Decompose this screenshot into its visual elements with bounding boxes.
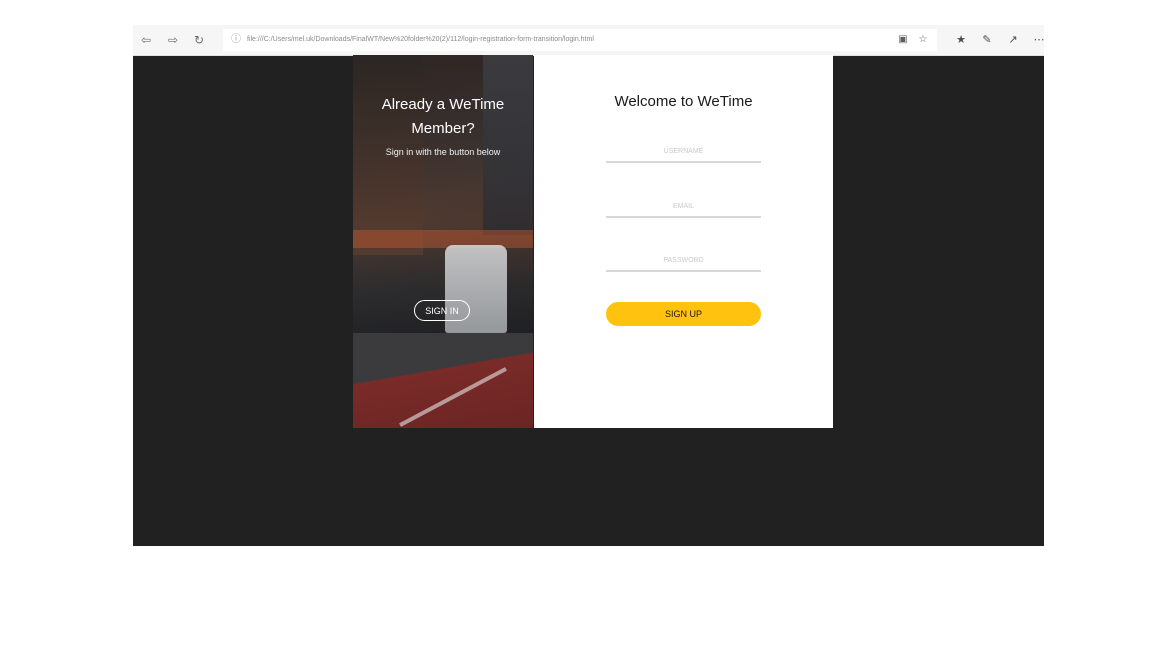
username-input[interactable] — [606, 141, 761, 163]
signin-subtitle: Sign in with the button below — [385, 147, 501, 157]
browser-toolbar: ⇦ ⇨ ↻ ⓘ file:///C:/Users/mel.uk/Download… — [133, 25, 1045, 56]
share-icon[interactable]: ↗ — [1004, 31, 1022, 49]
address-bar[interactable]: ⓘ file:///C:/Users/mel.uk/Downloads/Fina… — [223, 29, 937, 51]
favorites-icon[interactable]: ★ — [952, 31, 970, 49]
url-text[interactable]: file:///C:/Users/mel.uk/Downloads/FinalW… — [247, 34, 847, 46]
forward-arrow-icon[interactable]: ⇨ — [164, 31, 182, 49]
reading-view-icon[interactable]: ▣ — [895, 32, 911, 48]
star-icon[interactable]: ☆ — [915, 32, 931, 48]
signin-heading: Already a WeTime Member? — [353, 93, 533, 141]
signup-heading: Welcome to WeTime — [614, 93, 753, 110]
email-input[interactable] — [606, 196, 761, 218]
back-arrow-icon[interactable]: ⇦ — [137, 31, 155, 49]
signup-panel: Welcome to WeTime SIGN UP — [534, 55, 833, 428]
password-input[interactable] — [606, 250, 761, 272]
signin-heading-line1: Already a WeTime — [381, 96, 505, 113]
signin-heading-line2: Member? — [411, 120, 475, 137]
browser-window: ⇦ ⇨ ↻ ⓘ file:///C:/Users/mel.uk/Download… — [133, 25, 1045, 546]
background-building — [483, 55, 533, 235]
pen-icon[interactable]: ✎ — [978, 31, 996, 49]
more-icon[interactable]: ⋯ — [1030, 31, 1048, 49]
refresh-icon[interactable]: ↻ — [190, 31, 208, 49]
background-storefront — [353, 230, 533, 248]
signin-button[interactable]: SIGN IN — [414, 300, 470, 321]
info-icon[interactable]: ⓘ — [229, 33, 243, 47]
background-road — [353, 333, 533, 428]
signin-panel: Already a WeTime Member? Sign in with th… — [353, 55, 533, 428]
signup-button[interactable]: SIGN UP — [606, 302, 761, 326]
